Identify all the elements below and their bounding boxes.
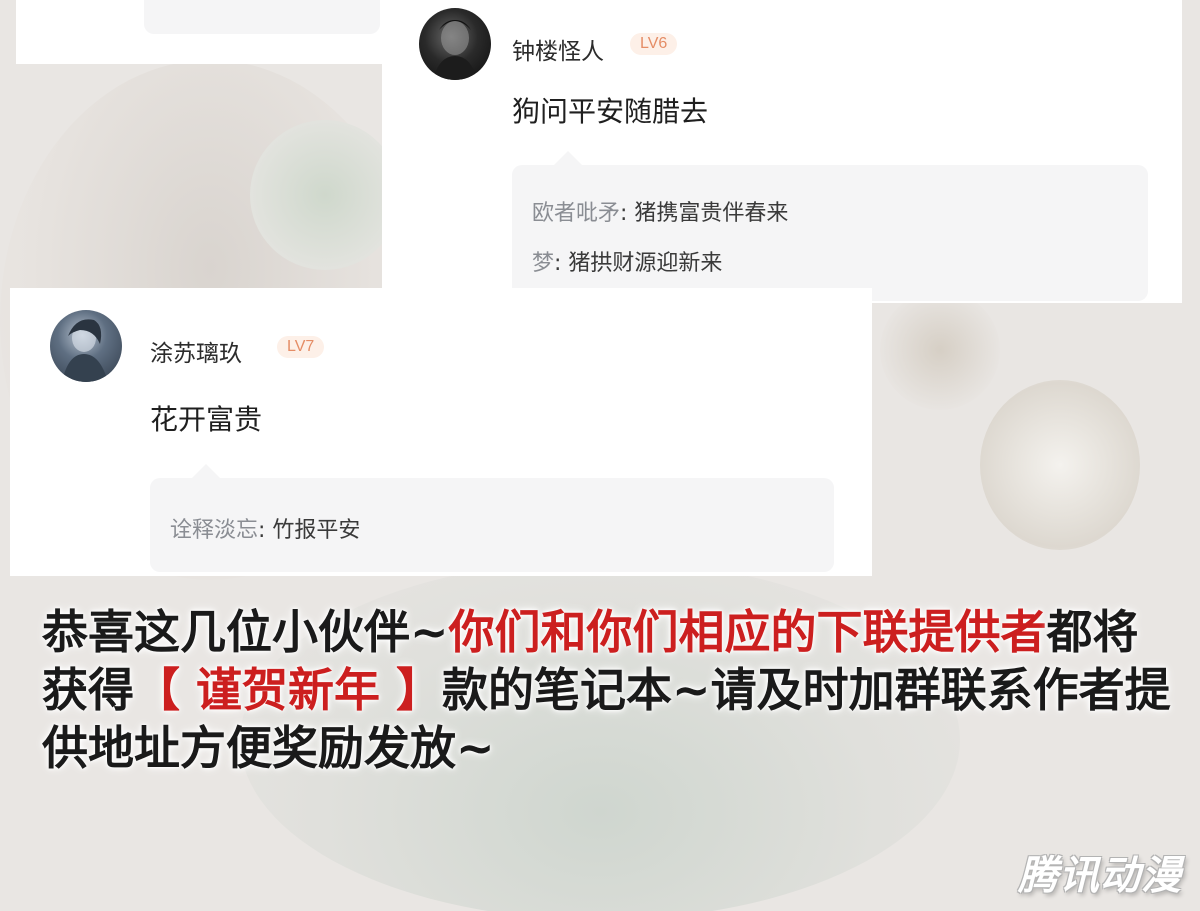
- watermark-logo: 腾讯动漫: [1018, 853, 1182, 899]
- bg-object-shape: [880, 290, 1000, 410]
- level-badge: LV6: [630, 33, 678, 55]
- reply-username[interactable]: 诠释淡忘: [170, 518, 258, 543]
- cropped-reply-box: [144, 0, 380, 34]
- reply-item[interactable]: 梦: 猪拱财源迎新来: [532, 245, 722, 277]
- reply-item[interactable]: 诠释淡忘: 竹报平安: [170, 512, 360, 544]
- reply-box: 欧者吡矛: 猪携富贵伴春来 梦: 猪拱财源迎新来: [512, 151, 1148, 301]
- announcement-text: 恭喜这几位小伙伴~你们和你们相应的下联提供者都将获得【 谨贺新年 】款的笔记本~…: [42, 603, 1172, 777]
- comment-card: 钟楼怪人 LV6 狗问平安随腊去 欧者吡矛: 猪携富贵伴春来 梦: 猪拱财源迎新…: [382, 0, 1182, 303]
- comment-text: 狗问平安随腊去: [512, 95, 709, 128]
- announcement-highlight-2: 【 谨贺新年 】: [134, 663, 443, 717]
- reply-box: 诠释淡忘: 竹报平安: [150, 464, 834, 572]
- avatar-portrait-icon: [62, 319, 108, 382]
- reply-text: : 猪携富贵伴春来: [620, 201, 789, 226]
- cropped-comment-card: [16, 0, 382, 64]
- reply-text: : 竹报平安: [258, 518, 361, 543]
- reply-username[interactable]: 欧者吡矛: [532, 201, 620, 226]
- bg-character-eye: [250, 120, 400, 270]
- reply-text: : 猪拱财源迎新来: [554, 251, 723, 276]
- avatar-portrait-icon: [433, 20, 477, 80]
- user-avatar[interactable]: [50, 310, 122, 382]
- bg-cup-shape: [980, 380, 1140, 550]
- user-avatar[interactable]: [419, 8, 491, 80]
- comment-card: 涂苏璃玖 LV7 花开富贵 诠释淡忘: 竹报平安: [10, 288, 872, 576]
- level-badge: LV7: [277, 336, 325, 358]
- announcement-part-1: 恭喜这几位小伙伴~: [42, 605, 449, 659]
- reply-username[interactable]: 梦: [532, 251, 554, 276]
- announcement-highlight-1: 你们和你们相应的下联提供者: [448, 605, 1047, 659]
- username[interactable]: 钟楼怪人: [512, 32, 604, 66]
- reply-item[interactable]: 欧者吡矛: 猪携富贵伴春来: [532, 195, 788, 227]
- comment-text: 花开富贵: [150, 403, 263, 436]
- username[interactable]: 涂苏璃玖: [150, 334, 242, 368]
